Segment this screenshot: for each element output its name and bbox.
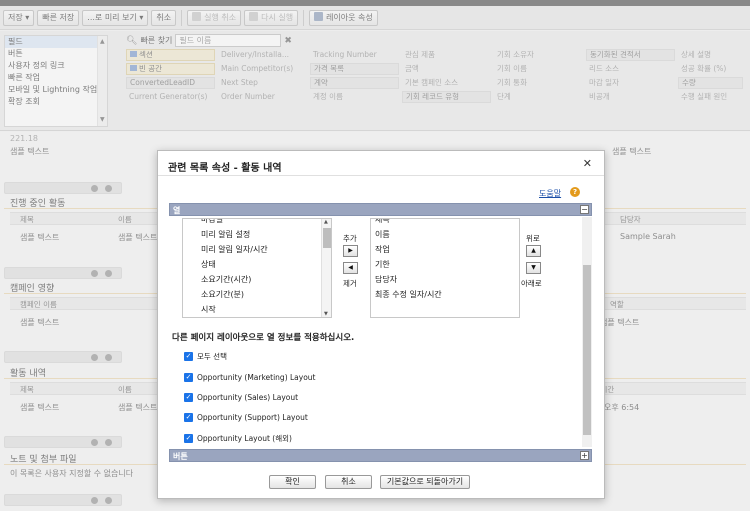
related-list-properties-dialog: 관련 목록 속성 - 활동 내역 ✕ 도움말 ? 열 − 마감일 미리 알림 설… (157, 150, 605, 499)
available-column-option[interactable]: 상태 (183, 257, 331, 272)
collapse-icon[interactable]: − (580, 205, 589, 214)
columns-section-title: 열 (173, 206, 181, 215)
selected-column-option[interactable]: 제목 (371, 219, 519, 227)
selected-column-option[interactable]: 작업 (371, 242, 519, 257)
checkbox-checked-icon[interactable]: ✓ (184, 352, 193, 361)
selected-column-option[interactable]: 최종 수정 일자/시간 (371, 287, 519, 302)
available-column-option[interactable]: 미리 알림 일자/시간 (183, 242, 331, 257)
select-all-checkbox-row[interactable]: ✓ 모두 선택 (184, 351, 227, 362)
close-icon[interactable]: ✕ (583, 157, 592, 170)
checkbox-checked-icon[interactable]: ✓ (184, 393, 193, 402)
buttons-section-bar[interactable]: 버튼 + (169, 449, 592, 462)
selected-column-option[interactable]: 기한 (371, 257, 519, 272)
add-button[interactable]: ▶ (343, 245, 358, 257)
arrow-right-icon: ▶ (348, 247, 353, 254)
checkbox-label: Opportunity (Support) Layout (197, 413, 308, 422)
available-column-option[interactable]: 소요기간(분) (183, 287, 331, 302)
scroll-down-icon[interactable]: ▼ (324, 311, 328, 317)
ok-button[interactable]: 확인 (269, 475, 316, 489)
remove-label: 제거 (343, 279, 357, 288)
move-up-label: 위로 (526, 234, 540, 243)
checkbox-checked-icon[interactable]: ✓ (184, 413, 193, 422)
scroll-thumb[interactable] (323, 228, 331, 248)
dialog-scrollbar[interactable] (582, 217, 592, 447)
available-columns-list[interactable]: 마감일 미리 알림 설정 미리 알림 일자/시간 상태 소요기간(시간) 소요기… (182, 218, 332, 318)
available-list-scrollbar[interactable]: ▲ ▼ (321, 219, 331, 317)
selected-column-option[interactable]: 담당자 (371, 272, 519, 287)
available-column-option[interactable]: 시작 (183, 302, 331, 317)
scroll-up-icon[interactable]: ▲ (324, 219, 328, 225)
checkbox-label: Opportunity (Marketing) Layout (197, 373, 316, 382)
buttons-section-title: 버튼 (173, 452, 188, 461)
revert-to-defaults-button[interactable]: 기본값으로 되돌아가기 (380, 475, 470, 489)
available-column-option[interactable]: 미리 알림 설정 (183, 227, 331, 242)
dialog-title: 관련 목록 속성 - 활동 내역 (168, 163, 282, 174)
help-icon[interactable]: ? (570, 187, 580, 197)
checkbox-checked-icon[interactable]: ✓ (184, 434, 193, 443)
checkbox-label: Opportunity (Sales) Layout (197, 393, 299, 402)
layout-checkbox-row[interactable]: ✓ Opportunity (Marketing) Layout (184, 373, 316, 382)
help-link[interactable]: 도움말 (539, 188, 561, 199)
cancel-button[interactable]: 취소 (325, 475, 372, 489)
move-down-button[interactable]: ▼ (526, 262, 541, 274)
columns-section-bar[interactable]: 열 − (169, 203, 592, 216)
dialog-scroll-thumb[interactable] (583, 265, 591, 435)
layout-checkbox-row[interactable]: ✓ Opportunity (Support) Layout (184, 413, 308, 422)
apply-to-layouts-label: 다른 페이지 레이아웃으로 열 정보를 적용하십시오. (172, 333, 355, 343)
arrow-up-icon: ▲ (531, 247, 536, 254)
layout-checkbox-row[interactable]: ✓ Opportunity (Sales) Layout (184, 393, 298, 402)
checkbox-label: Opportunity Layout (해외) (197, 434, 292, 443)
arrow-left-icon: ◀ (348, 264, 353, 271)
dialog-divider (158, 175, 604, 176)
selected-columns-list[interactable]: 제목 이름 작업 기한 담당자 최종 수정 일자/시간 (370, 218, 520, 318)
remove-button[interactable]: ◀ (343, 262, 358, 274)
move-up-button[interactable]: ▲ (526, 245, 541, 257)
arrow-down-icon: ▼ (531, 264, 536, 271)
move-down-label: 아래로 (521, 279, 542, 288)
selected-column-option[interactable]: 이름 (371, 227, 519, 242)
layout-checkbox-row[interactable]: ✓ Opportunity Layout (해외) (184, 433, 292, 444)
expand-icon[interactable]: + (580, 451, 589, 460)
checkbox-label: 모두 선택 (197, 352, 227, 361)
available-column-option[interactable]: 마감일 (183, 219, 331, 227)
available-column-option[interactable]: 소요기간(시간) (183, 272, 331, 287)
checkbox-checked-icon[interactable]: ✓ (184, 373, 193, 382)
add-label: 추가 (343, 234, 357, 243)
